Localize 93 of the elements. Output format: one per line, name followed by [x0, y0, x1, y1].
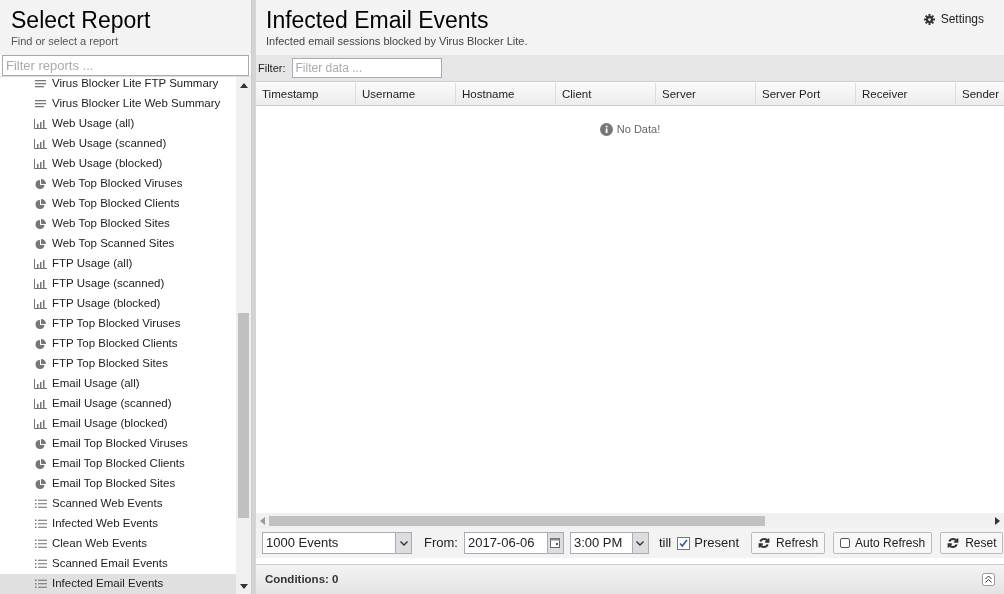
- report-list-item[interactable]: Infected Email Events: [0, 574, 236, 594]
- caret-icon: [636, 540, 645, 546]
- pie-chart-icon: [35, 318, 46, 330]
- till-label: till: [658, 534, 672, 553]
- settings-button[interactable]: Settings: [923, 4, 984, 34]
- pie-chart-icon: [35, 438, 46, 450]
- events-limit-dropdown[interactable]: 1000 Events: [262, 532, 412, 554]
- pie-chart-icon: [35, 218, 46, 230]
- column-header[interactable]: Hostname: [456, 83, 556, 105]
- report-list-item[interactable]: Virus Blocker Lite Web Summary: [0, 94, 236, 114]
- report-list-item[interactable]: Web Top Blocked Sites: [0, 214, 236, 234]
- list-icon: [34, 559, 47, 569]
- report-list-item[interactable]: Web Usage (blocked): [0, 154, 236, 174]
- report-list-item[interactable]: Web Top Blocked Clients: [0, 194, 236, 214]
- column-header[interactable]: Server Port: [756, 83, 856, 105]
- pie-chart-icon: [35, 238, 46, 250]
- pie-chart-icon: [35, 338, 46, 350]
- bar-chart-icon: [34, 259, 47, 269]
- auto-refresh-button[interactable]: Auto Refresh: [833, 532, 933, 554]
- column-header[interactable]: Timestamp: [256, 83, 356, 105]
- from-label: From:: [424, 534, 458, 553]
- refresh-button[interactable]: Refresh: [751, 532, 826, 554]
- sidebar-title: Select Report: [11, 6, 152, 34]
- report-list-item[interactable]: FTP Usage (all): [0, 254, 236, 274]
- present-label: Present: [694, 534, 740, 553]
- report-list-item[interactable]: FTP Top Blocked Clients: [0, 334, 236, 354]
- report-list-item[interactable]: Scanned Web Events: [0, 494, 236, 514]
- report-list-item[interactable]: Web Usage (all): [0, 114, 236, 134]
- lines-icon: [34, 79, 47, 89]
- vertical-scrollbar[interactable]: [236, 77, 251, 594]
- report-list-item[interactable]: Web Top Scanned Sites: [0, 234, 236, 254]
- refresh-icon: [947, 537, 960, 549]
- bar-chart-icon: [34, 139, 47, 149]
- pie-chart-icon: [35, 478, 46, 490]
- bar-chart-icon: [34, 119, 47, 129]
- report-list-item[interactable]: Email Usage (all): [0, 374, 236, 394]
- horizontal-scrollbar[interactable]: [256, 513, 1004, 528]
- bar-chart-icon: [34, 279, 47, 289]
- settings-icon: [923, 13, 935, 25]
- pie-chart-icon: [35, 178, 46, 190]
- bar-chart-icon: [34, 379, 47, 389]
- pie-chart-icon: [35, 198, 46, 210]
- bar-chart-icon: [34, 159, 47, 169]
- report-list-item[interactable]: FTP Usage (scanned): [0, 274, 236, 294]
- date-field[interactable]: 2017-06-06: [463, 532, 564, 554]
- column-header[interactable]: Client: [556, 83, 656, 105]
- sidebar-subtitle: Find or select a report: [11, 34, 119, 48]
- column-header[interactable]: Receiver: [856, 83, 956, 105]
- report-list-item[interactable]: Scanned Email Events: [0, 554, 236, 574]
- report-list-item[interactable]: Web Usage (scanned): [0, 134, 236, 154]
- report-list-item[interactable]: Email Top Blocked Clients: [0, 454, 236, 474]
- conditions-label: Conditions: 0: [265, 571, 339, 587]
- lines-icon: [34, 99, 47, 109]
- filter-reports-field[interactable]: Filter reports ...: [2, 55, 249, 76]
- list-icon: [34, 539, 47, 549]
- bar-chart-icon: [34, 299, 47, 309]
- filter-data-field[interactable]: Filter data ...: [291, 58, 442, 78]
- expand-icon[interactable]: [982, 573, 995, 586]
- filter-label: Filter:: [258, 60, 286, 76]
- column-header[interactable]: Server: [656, 83, 756, 105]
- bar-chart-icon: [34, 399, 47, 409]
- pie-chart-icon: [35, 358, 46, 370]
- report-list-item[interactable]: Email Top Blocked Viruses: [0, 434, 236, 454]
- pie-chart-icon: [35, 458, 46, 470]
- report-list-item[interactable]: Virus Blocker Lite FTP Summary: [0, 77, 236, 94]
- report-list-item[interactable]: Clean Web Events: [0, 534, 236, 554]
- scroll-right-icon[interactable]: [995, 516, 1000, 525]
- report-list-item[interactable]: Email Top Blocked Sites: [0, 474, 236, 494]
- list-icon: [34, 499, 47, 509]
- scroll-up-icon[interactable]: [239, 83, 248, 88]
- report-title: Infected Email Events: [266, 6, 490, 34]
- list-icon: [34, 579, 47, 589]
- info-icon: [599, 122, 613, 136]
- column-header[interactable]: Sender: [956, 83, 1004, 105]
- report-list-item[interactable]: Email Usage (blocked): [0, 414, 236, 434]
- caret-icon: [399, 540, 408, 546]
- report-list-item[interactable]: FTP Usage (blocked): [0, 294, 236, 314]
- list-icon: [34, 519, 47, 529]
- reset-button[interactable]: Reset: [940, 532, 1004, 554]
- scroll-down-icon[interactable]: [239, 584, 248, 589]
- checkbox[interactable]: [677, 536, 691, 550]
- report-description: Infected email sessions blocked by Virus Blocker Lite.: [266, 34, 528, 48]
- report-list-item[interactable]: Email Usage (scanned): [0, 394, 236, 414]
- refresh-icon: [758, 537, 771, 549]
- column-header[interactable]: Username: [356, 83, 456, 105]
- report-list-item[interactable]: FTP Top Blocked Sites: [0, 354, 236, 374]
- time-dropdown[interactable]: 3:00 PM: [569, 532, 649, 554]
- report-list-item[interactable]: Infected Web Events: [0, 514, 236, 534]
- bar-chart-icon: [34, 419, 47, 429]
- report-list-item[interactable]: FTP Top Blocked Viruses: [0, 314, 236, 334]
- no-data-message: No Data!: [616, 121, 661, 137]
- calendar-icon: [550, 538, 561, 548]
- report-list-item[interactable]: Web Top Blocked Viruses: [0, 174, 236, 194]
